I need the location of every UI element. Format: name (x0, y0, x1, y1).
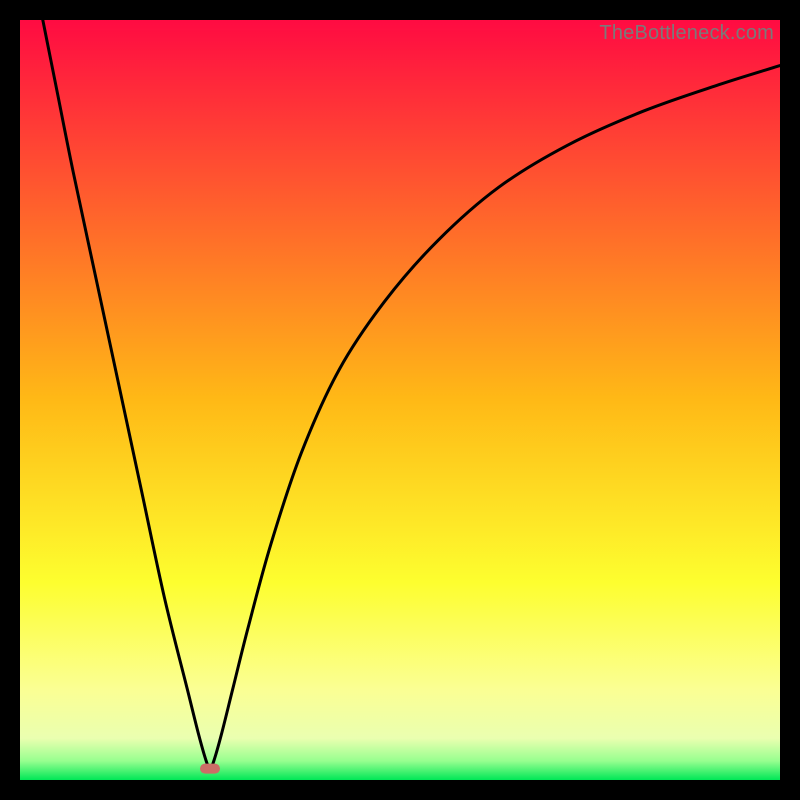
bottleneck-marker (200, 764, 220, 774)
chart-frame: TheBottleneck.com (20, 20, 780, 780)
chart-plot (20, 20, 780, 780)
chart-background-gradient (20, 20, 780, 780)
watermark-text: TheBottleneck.com (599, 22, 774, 45)
